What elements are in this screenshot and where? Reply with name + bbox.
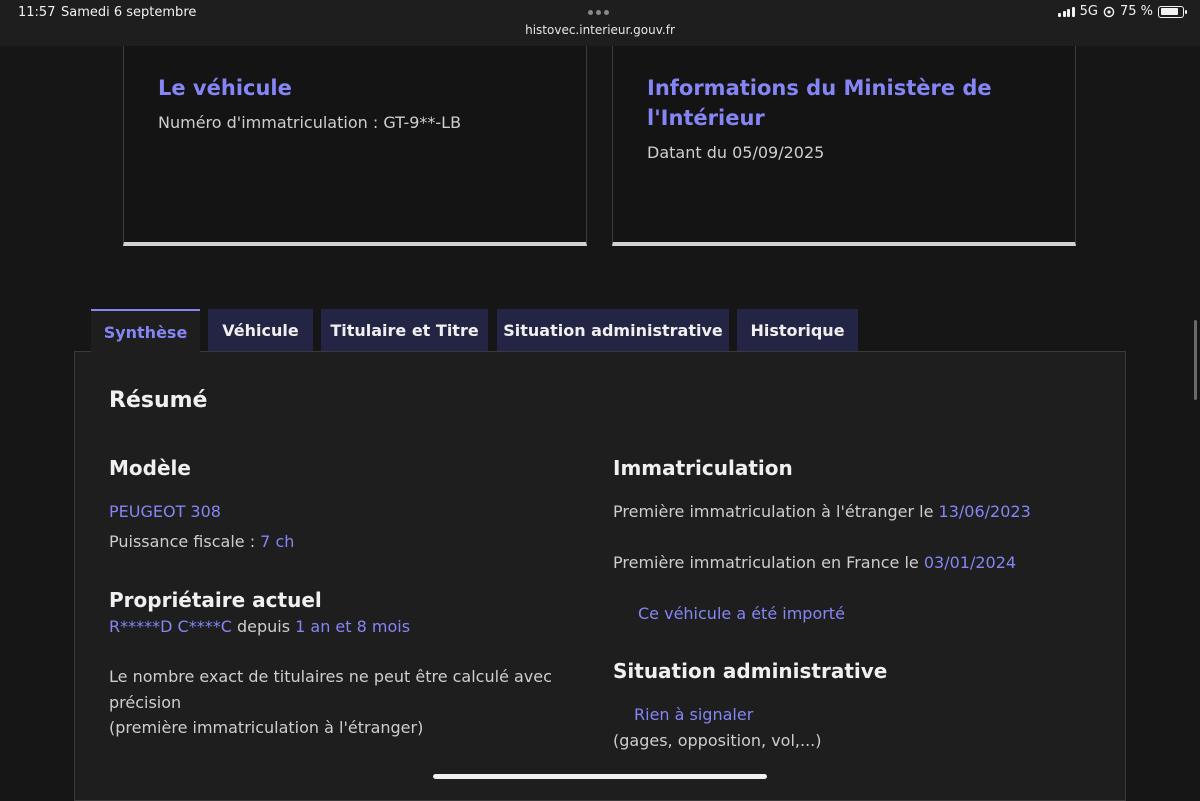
fiscal-power: Puissance fiscale : 7 ch [109, 532, 294, 551]
tab-synthese[interactable]: Synthèse [91, 309, 200, 353]
home-indicator[interactable] [433, 774, 767, 779]
address-url[interactable]: histovec.interieur.gouv.fr [0, 23, 1200, 37]
scrollbar[interactable] [1194, 320, 1197, 400]
vehicle-card: Le véhicule Numéro d'immatriculation : G… [123, 46, 587, 246]
network-type: 5G [1079, 4, 1098, 19]
more-dots-icon[interactable] [588, 10, 609, 15]
owner-since-value: 1 an et 8 mois [295, 617, 411, 636]
model-name[interactable]: PEUGEOT 308 [109, 502, 221, 521]
synthese-panel: Résumé Modèle PEUGEOT 308 Puissance fisc… [74, 351, 1126, 801]
tab-situation-administrative[interactable]: Situation administrative [497, 309, 729, 351]
vehicle-plate: Numéro d'immatriculation : GT-9**-LB [158, 113, 462, 132]
first-registration-foreign: Première immatriculation à l'étranger le… [613, 502, 1031, 521]
owner-line: R*****D C****C depuis 1 an et 8 mois [109, 617, 410, 636]
owner-note-3: (première immatriculation à l'étranger) [109, 718, 424, 737]
status-time: 11:57 [18, 5, 56, 20]
vehicle-card-title: Le véhicule [158, 76, 292, 100]
tab-titulaire[interactable]: Titulaire et Titre [321, 309, 488, 351]
tab-historique[interactable]: Historique [737, 309, 858, 351]
admin-heading: Situation administrative [613, 659, 888, 683]
ministry-card-title-1: Informations du Ministère de [647, 76, 992, 100]
status-right: 5G 75 % [1058, 4, 1187, 19]
ministry-date: Datant du 05/09/2025 [647, 143, 825, 162]
france-label: Première immatriculation en France le [613, 553, 924, 572]
location-icon [1103, 6, 1115, 17]
ministry-card: Informations du Ministère de l'Intérieur… [612, 46, 1076, 246]
summary-title: Résumé [109, 388, 208, 413]
admin-detail: (gages, opposition, vol,...) [613, 731, 822, 750]
signal-icon [1058, 6, 1075, 17]
ministry-card-title-2: l'Intérieur [647, 106, 765, 130]
foreign-date: 13/06/2023 [938, 502, 1031, 521]
battery-icon [1158, 5, 1187, 18]
fiscal-power-label: Puissance fiscale : [109, 532, 261, 551]
registration-heading: Immatriculation [613, 456, 793, 480]
fiscal-power-value: 7 ch [260, 532, 295, 551]
owner-note-1: Le nombre exact de titulaires ne peut êt… [109, 667, 552, 686]
imported-link[interactable]: Ce véhicule a été importé [638, 604, 845, 623]
status-bar: 11:57 Samedi 6 septembre histovec.interi… [0, 0, 1200, 46]
admin-status-link[interactable]: Rien à signaler [634, 705, 753, 724]
owner-since-label: depuis [231, 617, 296, 636]
first-registration-france: Première immatriculation en France le 03… [613, 553, 1016, 572]
model-heading: Modèle [109, 456, 191, 480]
tab-vehicule[interactable]: Véhicule [208, 309, 313, 351]
france-date: 03/01/2024 [923, 553, 1017, 572]
battery-percent: 75 % [1119, 4, 1153, 19]
foreign-label: Première immatriculation à l'étranger le [613, 502, 939, 521]
owner-note-2: précision [109, 693, 182, 712]
owner-name: R*****D C****C [109, 617, 232, 636]
owner-heading: Propriétaire actuel [109, 588, 322, 612]
status-date: Samedi 6 septembre [61, 5, 197, 20]
